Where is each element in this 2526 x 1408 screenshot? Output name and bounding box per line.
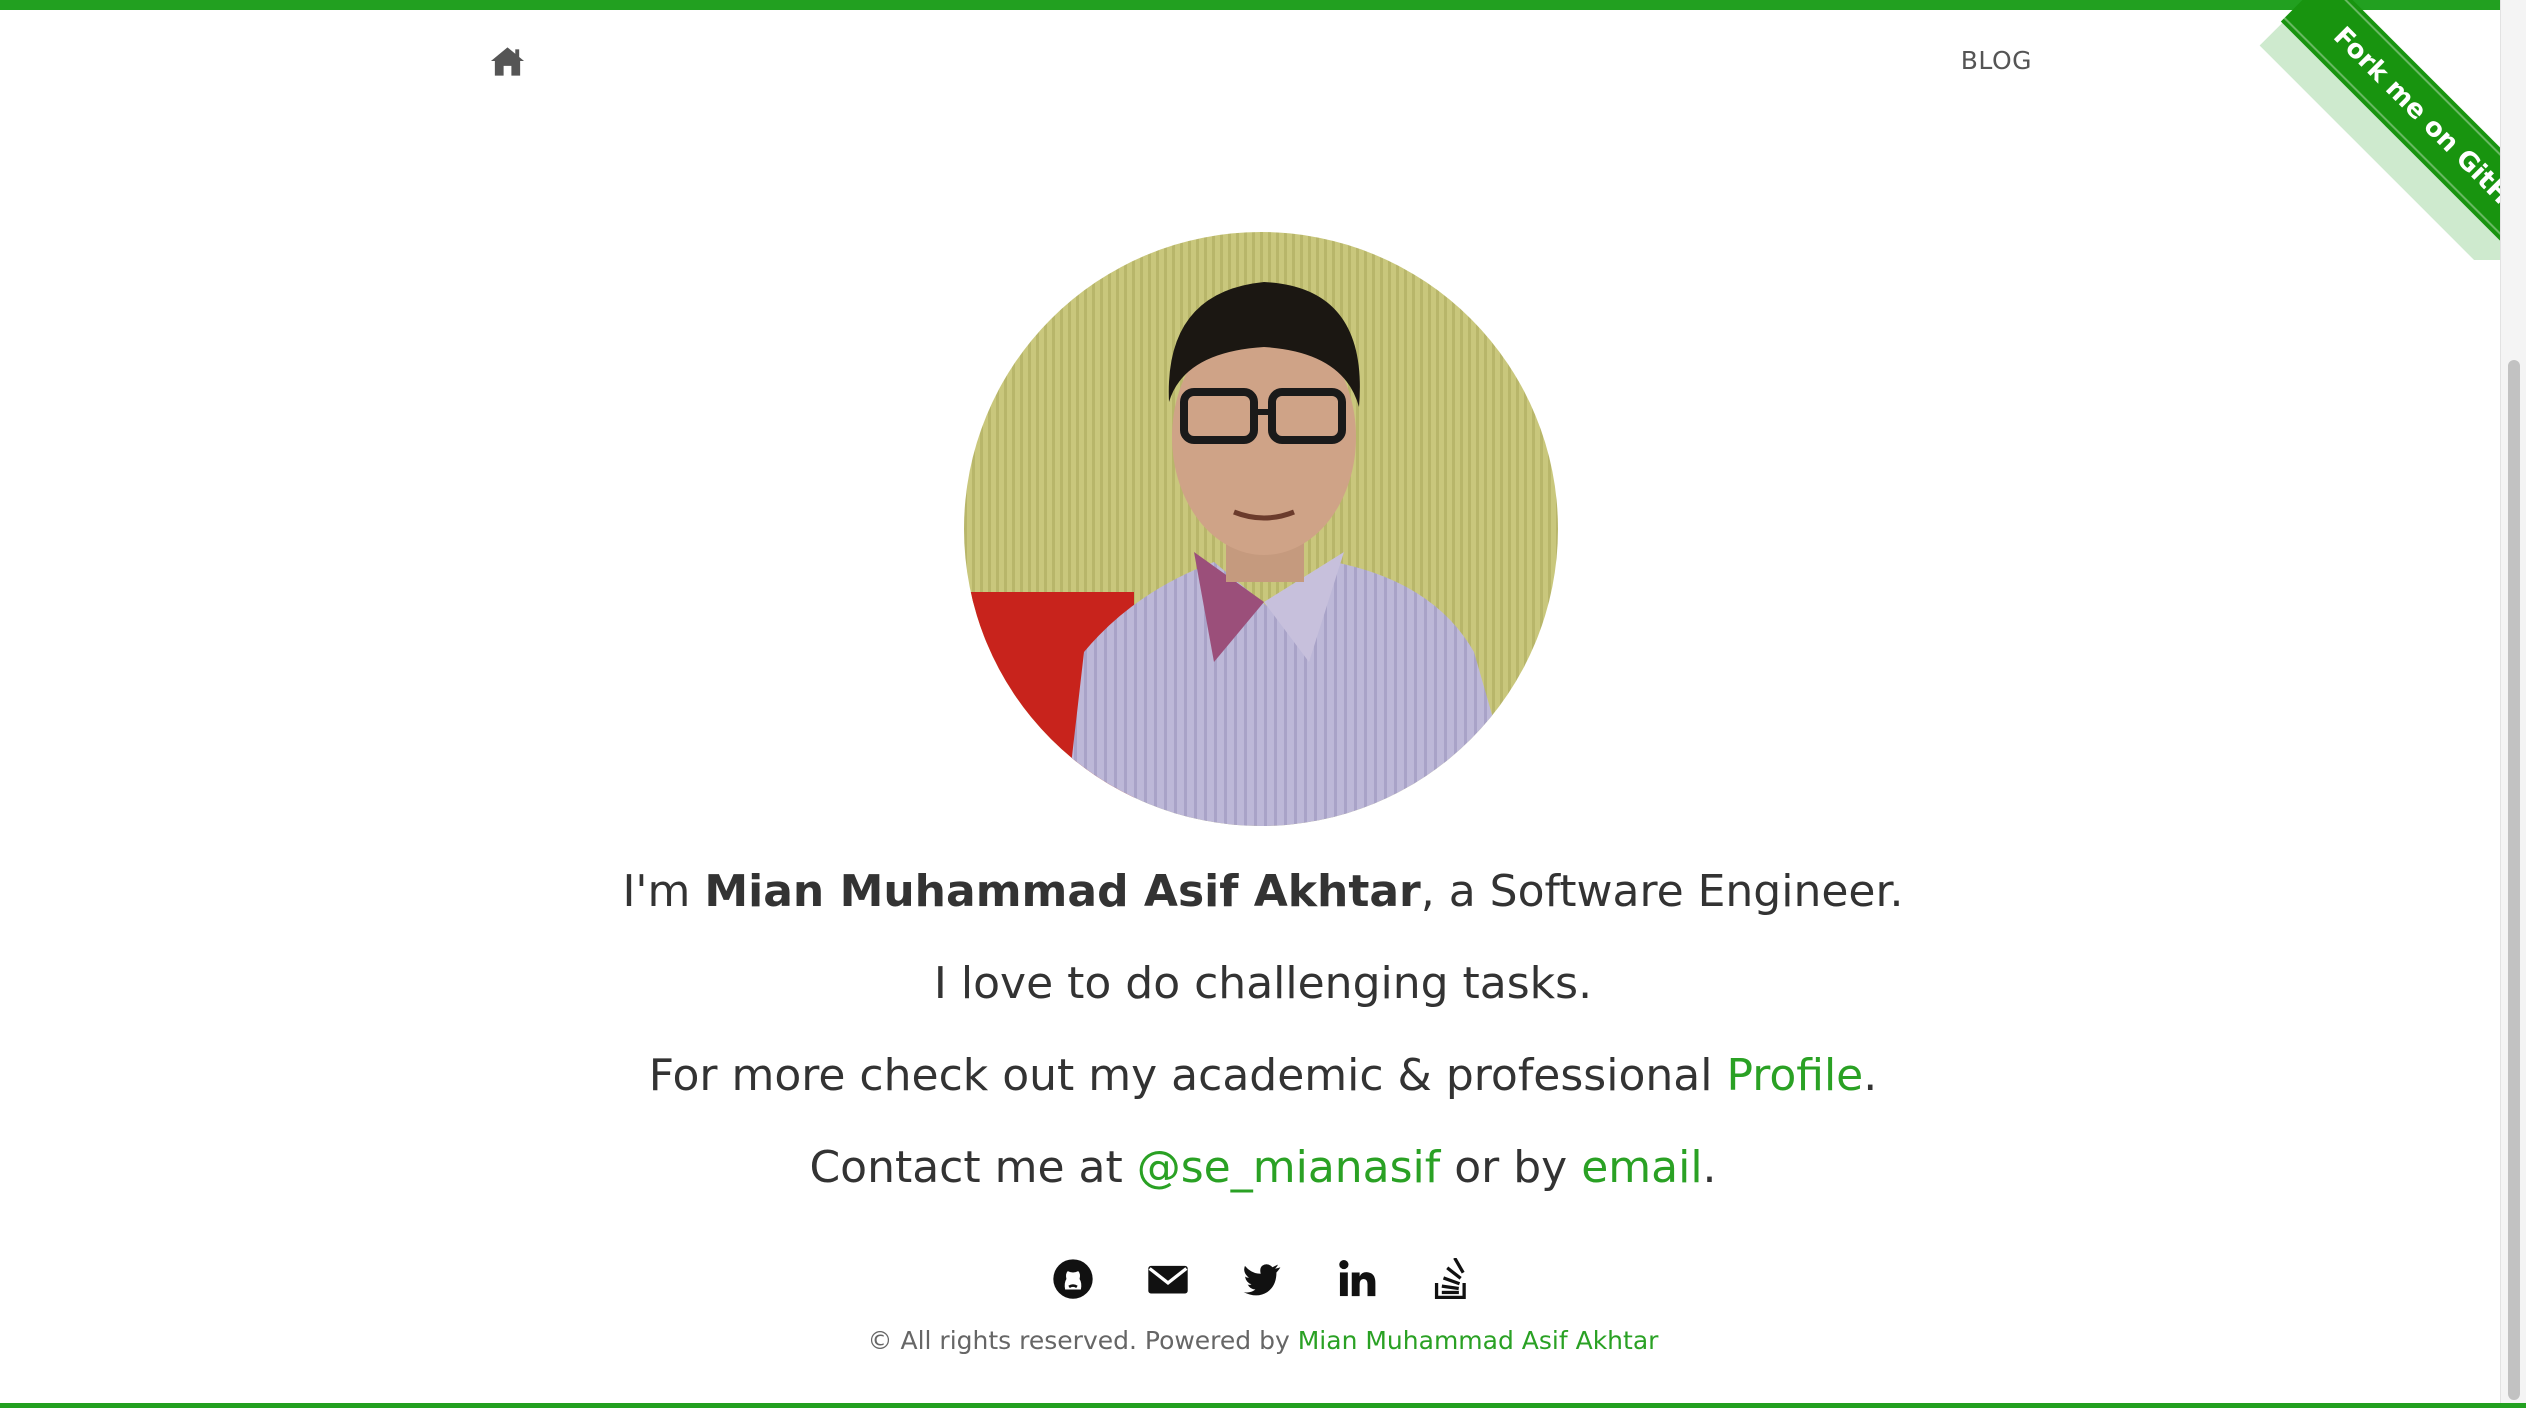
profile-prefix: For more check out my academic & profess… <box>648 1050 1727 1101</box>
footer-author-link[interactable]: Mian Muhammad Asif Akhtar <box>1298 1326 1659 1355</box>
github-icon[interactable] <box>1052 1258 1094 1300</box>
footer: © All rights reserved. Powered by Mian M… <box>0 1326 2526 1355</box>
intro-line-contact: Contact me at @se_mianasif or by email. <box>0 1138 2526 1198</box>
twitter-icon[interactable] <box>1241 1258 1283 1300</box>
contact-suffix: . <box>1702 1142 1717 1193</box>
social-links <box>1052 1257 1472 1301</box>
contact-middle: or by <box>1440 1142 1582 1193</box>
stackoverflow-icon[interactable] <box>1430 1258 1472 1300</box>
profile-suffix: . <box>1863 1050 1878 1101</box>
github-ribbon-container: Fork me on GitHub <box>2240 0 2500 260</box>
intro-name: Mian Muhammad Asif Akhtar <box>704 866 1421 917</box>
profile-photo <box>964 232 1558 826</box>
intro-line-tagline: I love to do challenging tasks. <box>0 954 2526 1014</box>
home-icon[interactable] <box>490 44 525 78</box>
fork-me-ribbon[interactable]: Fork me on GitHub <box>2280 0 2500 260</box>
linkedin-icon[interactable] <box>1336 1258 1378 1300</box>
intro-line-name: I'm Mian Muhammad Asif Akhtar, a Softwar… <box>0 862 2526 922</box>
top-accent-bar <box>0 0 2526 10</box>
footer-text: © All rights reserved. Powered by <box>867 1326 1298 1355</box>
bottom-accent-bar <box>0 1403 2526 1408</box>
email-link[interactable]: email <box>1581 1142 1702 1193</box>
twitter-handle-link[interactable]: @se_mianasif <box>1137 1142 1441 1193</box>
envelope-icon[interactable] <box>1147 1258 1189 1300</box>
contact-prefix: Contact me at <box>809 1142 1137 1193</box>
profile-link[interactable]: Profile <box>1726 1050 1863 1101</box>
tagline-text: I love to do challenging tasks. <box>933 958 1593 1009</box>
nav-blog-link[interactable]: BLOG <box>1961 46 2032 75</box>
intro-line-profile: For more check out my academic & profess… <box>0 1046 2526 1106</box>
intro-prefix: I'm <box>622 866 705 917</box>
intro-role: , a Software Engineer. <box>1420 866 1904 917</box>
